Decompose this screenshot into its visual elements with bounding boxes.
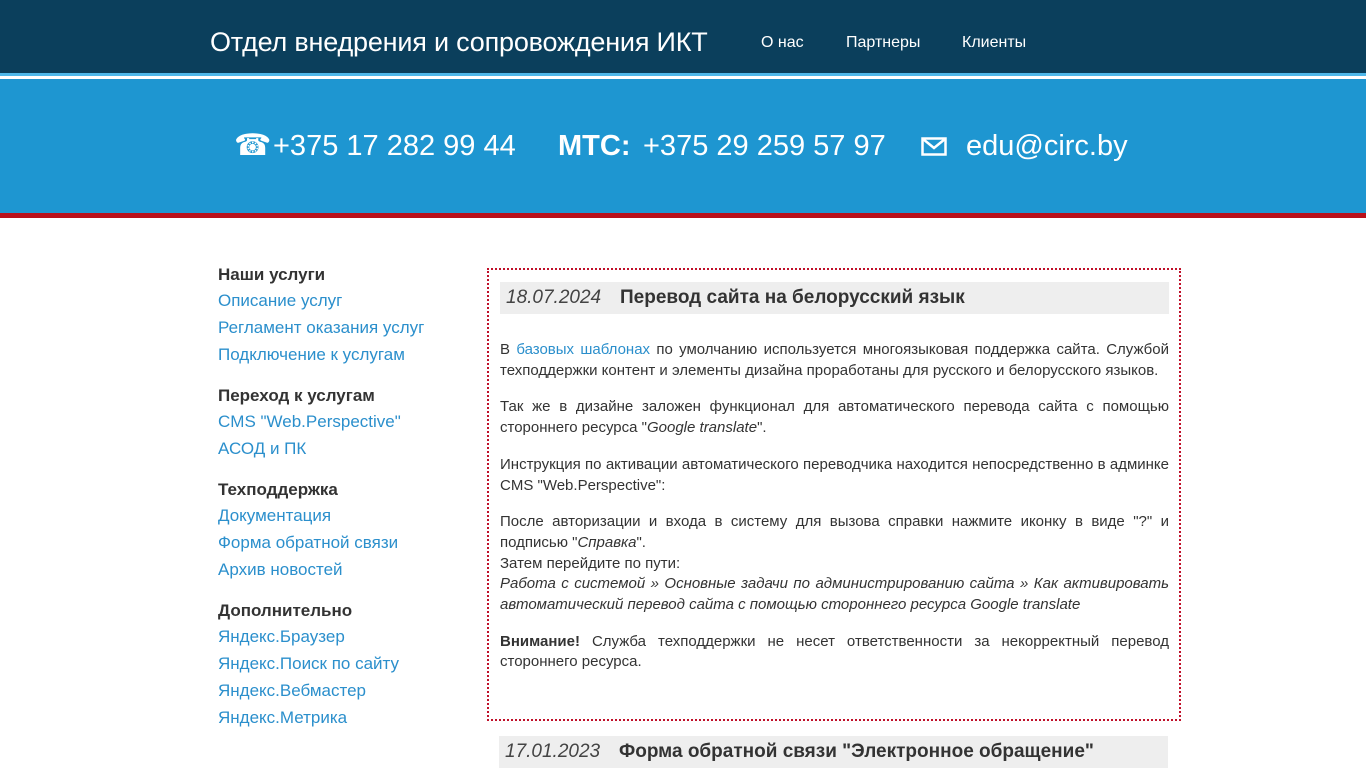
sidebar-group-support: Техподдержка Документация Форма обратной… [218, 478, 468, 583]
help-path-text: Работа с системой » Основные задачи по а… [500, 575, 1169, 614]
sidebar-link-yandex-search[interactable]: Яндекс.Поиск по сайту [218, 650, 468, 677]
text: ". [757, 419, 767, 437]
sidebar-heading: Техподдержка [218, 480, 338, 499]
nav-partners[interactable]: Партнеры [846, 34, 920, 52]
news-paragraph: Инструкция по активации автоматического … [500, 455, 1169, 494]
sidebar-link-yandex-browser[interactable]: Яндекс.Браузер [218, 623, 468, 650]
news-paragraph: После авторизации и входа в систему для … [500, 512, 1169, 616]
sidebar-link-documentation[interactable]: Документация [218, 502, 468, 529]
site-title[interactable]: Отдел внедрения и сопровождения ИКТ [210, 27, 708, 58]
news-title[interactable]: Форма обратной связи "Электронное обраще… [619, 741, 1094, 763]
text: Затем перейдите по пути: [500, 554, 681, 572]
sidebar-heading: Наши услуги [218, 265, 326, 284]
mts-phone-number: +375 29 259 57 97 [643, 130, 886, 162]
text: В [500, 341, 517, 358]
text: Так же в дизайне заложен функционал для … [500, 398, 1169, 437]
news-paragraph: Внимание! Служба техподдержки не несет о… [500, 632, 1169, 673]
sidebar-link-yandex-webmaster[interactable]: Яндекс.Вебмастер [218, 677, 468, 704]
sidebar-link-asod[interactable]: АСОД и ПК [218, 435, 468, 462]
news-header: 18.07.2024 Перевод сайта на белорусский … [500, 282, 1169, 314]
sidebar-group-goto: Переход к услугам CMS "Web.Perspective" … [218, 384, 468, 462]
email-link[interactable]: edu@circ.by [966, 126, 1128, 166]
text: Служба техподдержки не несет ответственн… [500, 632, 1169, 671]
phone-icon: ☎ [234, 129, 272, 162]
sidebar-link-cms[interactable]: CMS "Web.Perspective" [218, 408, 468, 435]
base-templates-link[interactable]: базовых шаблонах [516, 341, 650, 358]
sidebar-link-news-archive[interactable]: Архив новостей [218, 556, 468, 583]
news-title[interactable]: Перевод сайта на белорусский язык [620, 287, 965, 309]
news-date: 18.07.2024 [506, 287, 602, 308]
sidebar-link-feedback-form[interactable]: Форма обратной связи [218, 529, 468, 556]
sidebar-link-yandex-metrika[interactable]: Яндекс.Метрика [218, 704, 468, 731]
sidebar-heading: Переход к услугам [218, 386, 375, 405]
news-body: В базовых шаблонах по умолчанию использу… [500, 340, 1169, 689]
phone-number: +375 17 282 99 44 [273, 130, 516, 162]
mail-icon [921, 137, 947, 156]
emphasis-text: Справка [577, 533, 637, 551]
sidebar-link-services-description[interactable]: Описание услуг [218, 287, 468, 314]
news-date: 17.01.2023 [505, 741, 601, 762]
emphasis-text: Google translate [646, 419, 758, 437]
news-paragraph: Так же в дизайне заложен функционал для … [500, 397, 1169, 438]
top-navigation-bar: Отдел внедрения и сопровождения ИКТ О на… [0, 0, 1366, 76]
contact-banner: ☎ +375 17 282 99 44 МТС: +375 29 259 57 … [0, 79, 1366, 218]
sidebar-heading: Дополнительно [218, 601, 353, 620]
sidebar-group-additional: Дополнительно Яндекс.Браузер Яндекс.Поис… [218, 599, 468, 731]
nav-about[interactable]: О нас [761, 34, 804, 52]
text: ". [636, 533, 646, 551]
contact-row: ☎ +375 17 282 99 44 МТС: +375 29 259 57 … [0, 126, 1366, 166]
mts-label: МТС: [558, 130, 631, 162]
sidebar-group-services: Наши услуги Описание услуг Регламент ока… [218, 263, 468, 368]
sidebar: Наши услуги Описание услуг Регламент ока… [218, 263, 468, 747]
news-paragraph: В базовых шаблонах по умолчанию использу… [500, 340, 1169, 381]
sidebar-link-services-regulations[interactable]: Регламент оказания услуг [218, 314, 468, 341]
news-item-highlighted: 18.07.2024 Перевод сайта на белорусский … [487, 268, 1181, 721]
nav-clients[interactable]: Клиенты [962, 34, 1026, 52]
warning-label: Внимание! [500, 632, 580, 650]
news-header: 17.01.2023 Форма обратной связи "Электро… [499, 736, 1168, 768]
sidebar-link-services-connect[interactable]: Подключение к услугам [218, 341, 468, 368]
